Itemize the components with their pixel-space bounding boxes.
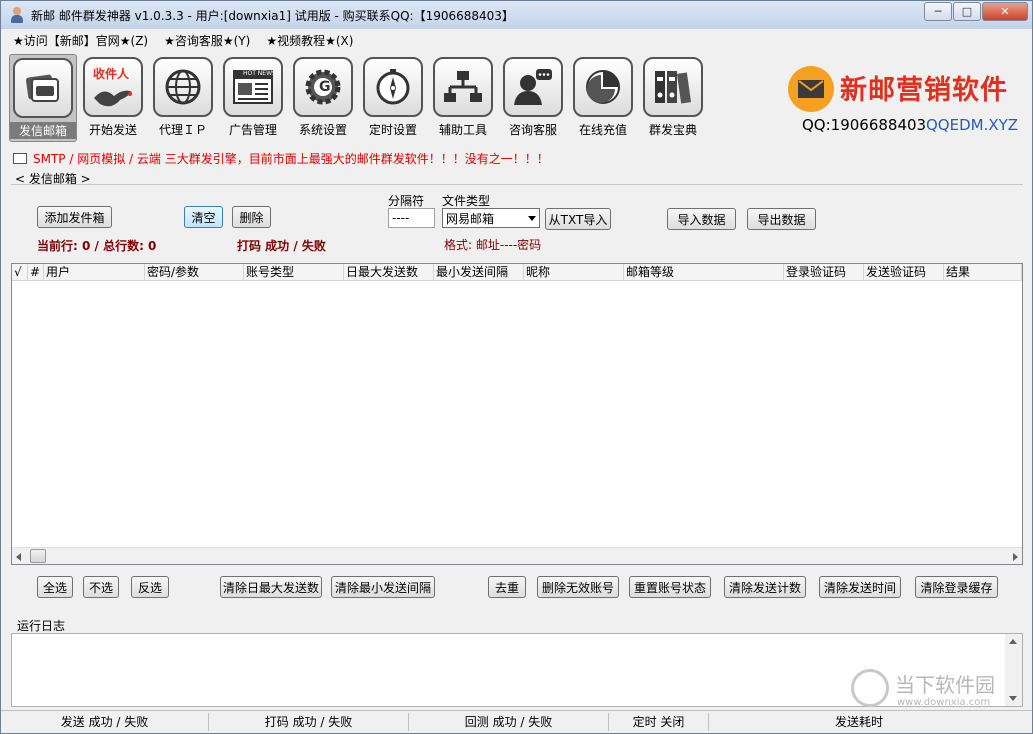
status-bar: 发送 成功 / 失败 打码 成功 / 失败 回测 成功 / 失败 定时 关闭 发… bbox=[1, 710, 1032, 733]
notice-bar: SMTP / 网页模拟 / 云端 三大群发引擎，目前市面上最强大的邮件群发软件！… bbox=[13, 150, 549, 166]
clear-send-count-button[interactable]: 清除发送计数 bbox=[724, 576, 806, 598]
col-check[interactable]: √ bbox=[12, 264, 28, 281]
log-label: 运行日志 bbox=[17, 619, 66, 633]
toolbar-mailbox-button[interactable]: 发信邮箱 bbox=[9, 54, 77, 142]
import-txt-button[interactable]: 从TXT导入 bbox=[545, 208, 611, 230]
menu-customer-service[interactable]: ★咨询客服★(Y) bbox=[164, 32, 250, 49]
clear-daily-max-button[interactable]: 清除日最大发送数 bbox=[220, 576, 322, 598]
brand-envelope-icon bbox=[788, 66, 834, 112]
toolbar-tools-button[interactable]: 辅助工具 bbox=[429, 54, 497, 142]
captcha-status: 打码 成功 / 失败 bbox=[237, 239, 326, 253]
binders-icon bbox=[643, 57, 703, 117]
menu-video-tutorial[interactable]: ★视频教程★(X) bbox=[266, 32, 353, 49]
status-elapsed: 发送耗时 bbox=[834, 715, 883, 729]
col-nickname[interactable]: 昵称 bbox=[524, 264, 624, 281]
chevron-down-icon bbox=[528, 216, 536, 221]
brand-banner: 新邮营销软件 QQ:1906688403 QQEDM.XYZ bbox=[788, 62, 1028, 142]
separator-label: 分隔符 bbox=[388, 194, 425, 208]
col-account-type[interactable]: 账号类型 bbox=[244, 264, 344, 281]
export-data-button[interactable]: 导出数据 bbox=[747, 208, 816, 230]
toolbar-proxy-ip-button[interactable]: 代理ＩＰ bbox=[149, 54, 217, 142]
col-mailbox-level[interactable]: 邮箱等级 bbox=[624, 264, 784, 281]
format-hint: 格式: 邮址----密码 bbox=[444, 238, 542, 252]
network-icon bbox=[433, 57, 493, 117]
globe-icon bbox=[153, 57, 213, 117]
delete-button[interactable]: 删除 bbox=[232, 206, 271, 228]
file-type-label: 文件类型 bbox=[442, 194, 491, 208]
add-mailbox-button[interactable]: 添加发件箱 bbox=[37, 206, 112, 228]
scroll-thumb[interactable] bbox=[30, 549, 46, 563]
watermark: 当下软件园 www.downxia.com bbox=[851, 667, 1026, 711]
toolbar-schedule-settings-button[interactable]: 定时设置 bbox=[359, 54, 427, 142]
table-header: √ # 用户 密码/参数 账号类型 日最大发送数 最小发送间隔 昵称 邮箱等级 … bbox=[12, 264, 1022, 281]
select-none-button[interactable]: 不选 bbox=[83, 576, 119, 598]
support-icon bbox=[503, 57, 563, 117]
clear-login-cache-button[interactable]: 清除登录缓存 bbox=[915, 576, 998, 598]
col-index[interactable]: # bbox=[28, 264, 44, 281]
clear-button[interactable]: 清空 bbox=[184, 206, 223, 228]
menu-bar: ★访问【新邮】官网★(Z) ★咨询客服★(Y) ★视频教程★(X) bbox=[1, 29, 1032, 51]
col-daily-max[interactable]: 日最大发送数 bbox=[344, 264, 434, 281]
file-type-select[interactable]: 网易邮箱 bbox=[442, 208, 540, 228]
select-all-button[interactable]: 全选 bbox=[37, 576, 73, 598]
toolbar: 发信邮箱 收件人 开始发送 代理ＩＰ HOT NEWS 广告管理 G 系统设置 … bbox=[1, 52, 1032, 144]
brand-url[interactable]: QQEDM.XYZ bbox=[926, 116, 1018, 134]
separator-input[interactable]: ---- bbox=[388, 208, 435, 228]
pie-chart-icon bbox=[573, 57, 633, 117]
row-count-info: 当前行: 0 / 总行数: 0 bbox=[37, 239, 157, 253]
main-window: 新邮 邮件群发神器 v1.0.3.3 - 用户:[downxia1] 试用版 -… bbox=[0, 0, 1033, 734]
col-password[interactable]: 密码/参数 bbox=[145, 264, 244, 281]
col-min-interval[interactable]: 最小发送间隔 bbox=[434, 264, 524, 281]
horizontal-scrollbar[interactable] bbox=[12, 547, 1022, 564]
invert-select-button[interactable]: 反选 bbox=[131, 576, 169, 598]
toolbar-recharge-button[interactable]: 在线充值 bbox=[569, 54, 637, 142]
title-bar: 新邮 邮件群发神器 v1.0.3.3 - 用户:[downxia1] 试用版 -… bbox=[1, 1, 1032, 29]
col-send-captcha[interactable]: 发送验证码 bbox=[864, 264, 944, 281]
brand-qq: QQ:1906688403 bbox=[802, 116, 927, 134]
toolbar-ad-management-button[interactable]: HOT NEWS 广告管理 bbox=[219, 54, 287, 142]
notice-text: SMTP / 网页模拟 / 云端 三大群发引擎，目前市面上最强大的邮件群发软件！… bbox=[33, 151, 549, 166]
window-title: 新邮 邮件群发神器 v1.0.3.3 - 用户:[downxia1] 试用版 -… bbox=[31, 8, 514, 23]
gear-icon: G bbox=[293, 57, 353, 117]
scroll-right-icon[interactable] bbox=[1013, 553, 1018, 561]
watermark-logo-icon bbox=[851, 669, 889, 707]
scroll-left-icon[interactable] bbox=[16, 553, 21, 561]
maximize-button[interactable]: □ bbox=[953, 2, 981, 21]
mailbox-table[interactable]: √ # 用户 密码/参数 账号类型 日最大发送数 最小发送间隔 昵称 邮箱等级 … bbox=[11, 263, 1023, 565]
toolbar-guide-button[interactable]: 群发宝典 bbox=[639, 54, 707, 142]
toolbar-start-send-button[interactable]: 收件人 开始发送 bbox=[79, 54, 147, 142]
close-button[interactable]: ✕ bbox=[982, 2, 1028, 21]
mailbox-icon bbox=[13, 58, 73, 118]
brand-title: 新邮营销软件 bbox=[840, 75, 1008, 106]
toolbar-system-settings-button[interactable]: G 系统设置 bbox=[289, 54, 357, 142]
toolbar-consult-service-button[interactable]: 咨询客服 bbox=[499, 54, 567, 142]
watermark-url: www.downxia.com bbox=[897, 697, 991, 708]
app-user-icon bbox=[9, 7, 25, 23]
monitor-icon bbox=[13, 152, 27, 164]
dedupe-button[interactable]: 去重 bbox=[488, 576, 526, 598]
col-login-captcha[interactable]: 登录验证码 bbox=[784, 264, 864, 281]
clear-send-time-button[interactable]: 清除发送时间 bbox=[819, 576, 901, 598]
reset-status-button[interactable]: 重置账号状态 bbox=[629, 576, 711, 598]
divider bbox=[11, 184, 1023, 185]
col-result[interactable]: 结果 bbox=[944, 264, 1022, 281]
col-user[interactable]: 用户 bbox=[44, 264, 145, 281]
status-send: 发送 成功 / 失败 bbox=[1, 713, 209, 731]
minimize-button[interactable]: ─ bbox=[924, 2, 952, 21]
bird-recipient-icon: 收件人 bbox=[83, 57, 143, 117]
delete-invalid-button[interactable]: 删除无效账号 bbox=[537, 576, 619, 598]
status-captcha: 打码 成功 / 失败 bbox=[209, 713, 409, 731]
compass-clock-icon bbox=[363, 57, 423, 117]
watermark-title: 当下软件园 bbox=[895, 673, 995, 697]
scroll-up-icon[interactable] bbox=[1009, 639, 1017, 644]
menu-official-site[interactable]: ★访问【新邮】官网★(Z) bbox=[13, 32, 148, 49]
clear-min-interval-button[interactable]: 清除最小发送间隔 bbox=[331, 576, 435, 598]
import-data-button[interactable]: 导入数据 bbox=[667, 208, 736, 230]
status-schedule: 定时 关闭 bbox=[609, 713, 709, 731]
status-callback: 回测 成功 / 失败 bbox=[409, 713, 609, 731]
news-icon: HOT NEWS bbox=[223, 57, 283, 117]
